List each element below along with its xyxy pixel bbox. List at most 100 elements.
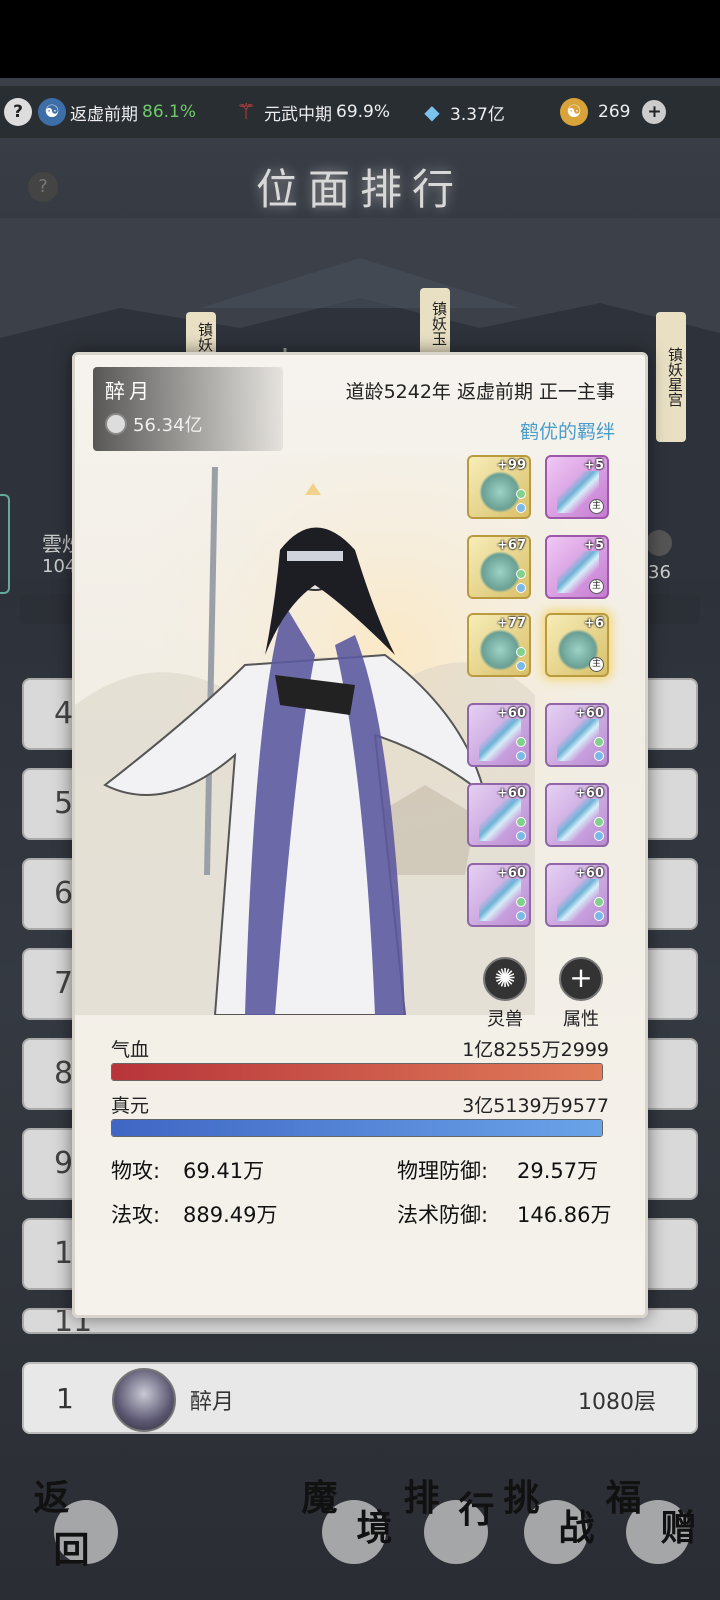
equipment-icon: [479, 879, 521, 921]
gem-icon: [516, 897, 526, 907]
gem-icon: [594, 897, 604, 907]
gem-icon: [594, 911, 604, 921]
crystal-amount: 3.37亿: [450, 104, 505, 125]
my-rank-row[interactable]: 1 醉月 1080层: [22, 1362, 698, 1434]
right-player-num: 36: [648, 562, 671, 583]
hp-bar-fill: [112, 1064, 602, 1080]
challenge-label: 挑 战: [494, 1478, 604, 1578]
gem-icon: [516, 751, 526, 761]
challenge-button[interactable]: 挑 战: [494, 1478, 604, 1578]
gem-icon: [516, 817, 526, 827]
mp-bar: [111, 1119, 603, 1137]
equipment-icon: [479, 471, 521, 513]
equipment-slot[interactable]: +60: [467, 863, 531, 927]
gift-char-1: 福: [605, 1477, 642, 1519]
equipment-level: +67: [497, 538, 526, 553]
bond-link[interactable]: 鹤优的羁绊: [520, 417, 615, 444]
ranking-label: 排 行: [394, 1478, 504, 1578]
gem-icon: [594, 817, 604, 827]
page-title: 位面排行: [255, 165, 464, 214]
equipment-slot[interactable]: +60: [467, 783, 531, 847]
equipment-slot[interactable]: +77: [467, 613, 531, 677]
gem-icon: [516, 737, 526, 747]
mag-atk-value: 889.49万: [183, 1203, 278, 1227]
left-side-tab[interactable]: [0, 494, 10, 594]
rank-number: 9: [54, 1146, 74, 1181]
phys-atk-value: 69.41万: [183, 1159, 265, 1183]
equipment-level: +60: [497, 706, 526, 721]
help-icon[interactable]: ?: [4, 98, 32, 126]
equipment-slot[interactable]: +60: [467, 703, 531, 767]
ranking-char-1: 排: [403, 1477, 440, 1519]
realm-icon: ☯: [38, 98, 66, 126]
rank-number: 8: [54, 1056, 74, 1091]
equipment-slot[interactable]: +6 主: [545, 613, 609, 677]
attributes-label: 属性: [563, 1009, 599, 1030]
demon-realm-button[interactable]: 魔 境: [292, 1478, 402, 1578]
spirit-beast-icon[interactable]: ✺: [483, 957, 527, 1001]
equipment-level: +60: [497, 786, 526, 801]
equipment-slot[interactable]: +60: [545, 703, 609, 767]
mag-def-label: 法术防御:: [397, 1203, 489, 1227]
equipment-level: +99: [497, 458, 526, 473]
gem-icon: [516, 911, 526, 921]
rank-number: 5: [54, 786, 74, 821]
equipment-slot[interactable]: +60: [545, 863, 609, 927]
back-label: 返 回: [24, 1478, 134, 1578]
gold-amount: 269: [598, 102, 631, 122]
realm-label: 返虚前期: [70, 104, 138, 125]
gift-char-2: 赠: [660, 1507, 697, 1549]
gift-button[interactable]: 福 赠: [596, 1478, 706, 1578]
gem-icon: [516, 583, 526, 593]
equipment-icon: [479, 719, 521, 761]
gold-coin-icon: ☯: [560, 98, 588, 126]
equipment-main-mark: 主: [589, 499, 604, 514]
spirit-beast-label: 灵兽: [487, 1009, 523, 1030]
equipment-main-mark: 主: [589, 657, 604, 672]
attributes-button[interactable]: +: [559, 957, 603, 1001]
hp-bar: [111, 1063, 603, 1081]
mag-def-value: 146.86万: [517, 1203, 612, 1227]
equipment-level: +60: [575, 866, 604, 881]
my-rank-number: 1: [56, 1382, 74, 1415]
equipment-slot[interactable]: +67: [467, 535, 531, 599]
hp-label: 气血: [111, 1039, 150, 1061]
realm-percent: 86.1%: [142, 102, 197, 122]
right-badge-icon: [646, 530, 672, 556]
crystal-icon: ◆: [424, 100, 440, 124]
back-button[interactable]: 返 回: [24, 1478, 134, 1578]
rank-number: 4: [54, 696, 74, 731]
rank-number: 7: [54, 966, 74, 1001]
equipment-slot[interactable]: +5 主: [545, 455, 609, 519]
power-icon: [105, 413, 127, 435]
avatar[interactable]: [112, 1368, 176, 1432]
martial-icon: ⚚: [236, 99, 256, 125]
gem-icon: [516, 661, 526, 671]
equipment-icon: [479, 799, 521, 841]
gem-icon: [594, 831, 604, 841]
demon-label: 魔 境: [292, 1478, 402, 1578]
equipment-level: +5: [584, 538, 604, 553]
demon-char-1: 魔: [301, 1477, 338, 1519]
mag-atk-label: 法攻:: [111, 1203, 161, 1227]
gem-icon: [594, 751, 604, 761]
top-status-bar: ? ☯ 返虚前期 86.1% ⚚ 元武中期 69.9% ◆ 3.37亿 ☯ 26…: [0, 86, 720, 138]
equipment-slot[interactable]: +99: [467, 455, 531, 519]
character-name: 醉月: [105, 379, 153, 403]
equipment-icon: [479, 629, 521, 671]
equipment-slot[interactable]: +60: [545, 783, 609, 847]
gem-icon: [516, 569, 526, 579]
power-value: 56.34亿: [133, 415, 203, 436]
rank-number: 6: [54, 876, 74, 911]
equipment-level: +60: [575, 786, 604, 801]
equipment-icon: [479, 551, 521, 593]
equipment-slot[interactable]: +5 主: [545, 535, 609, 599]
mp-value: 3亿5139万9577: [462, 1095, 609, 1117]
add-gold-button[interactable]: +: [642, 100, 667, 124]
back-char-1: 返: [33, 1477, 70, 1519]
equipment-level: +5: [584, 458, 604, 473]
gem-icon: [516, 503, 526, 513]
mp-label: 真元: [111, 1095, 150, 1117]
ranking-button[interactable]: 排 行: [394, 1478, 504, 1578]
hp-value: 1亿8255万2999: [462, 1039, 609, 1061]
